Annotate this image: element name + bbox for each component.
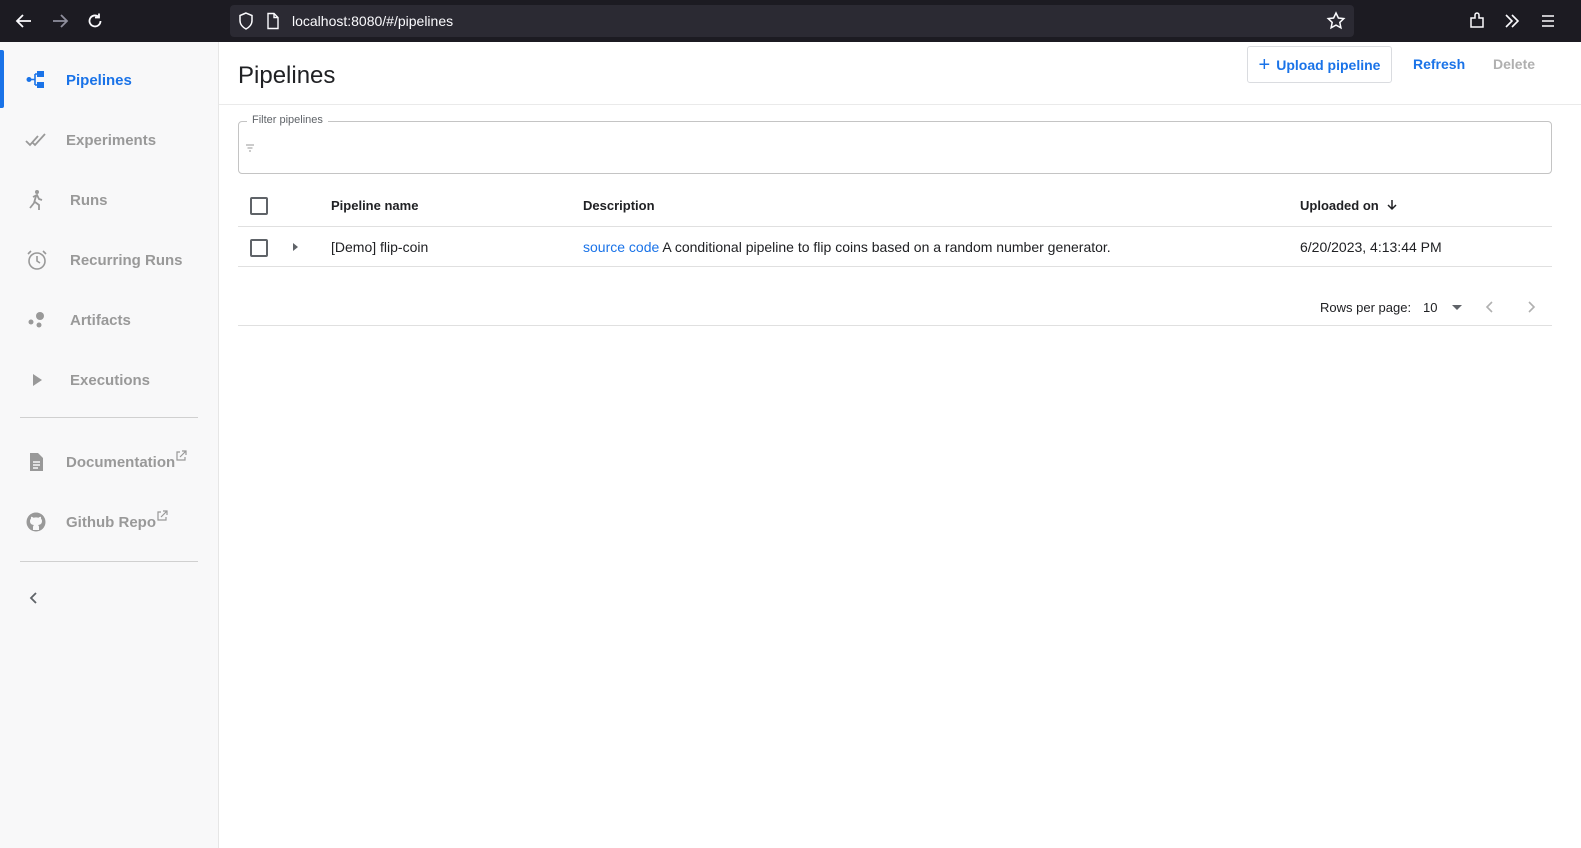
- sidebar-link-label: Github Repo: [66, 513, 156, 531]
- back-icon[interactable]: [13, 10, 35, 32]
- experiments-icon: [24, 128, 48, 152]
- page-icon[interactable]: [266, 12, 280, 35]
- main-content: Pipelines + Upload pipeline Refresh Dele…: [219, 42, 1581, 848]
- page-title: Pipelines: [238, 62, 336, 89]
- document-icon: [24, 450, 48, 474]
- recurring-runs-icon: [24, 248, 48, 272]
- artifacts-icon: [24, 308, 48, 332]
- sidebar-item-label: Executions: [70, 371, 151, 389]
- sidebar-item-label: Runs: [70, 191, 108, 209]
- header-divider: [219, 104, 1581, 105]
- dropdown-caret-icon[interactable]: [1452, 305, 1462, 310]
- extensions-icon[interactable]: [1466, 10, 1488, 32]
- previous-page-icon[interactable]: [1481, 298, 1499, 316]
- sidebar-item-label: Pipelines: [66, 71, 132, 89]
- table-row-divider: [238, 266, 1552, 267]
- expand-row-icon[interactable]: [293, 243, 298, 251]
- overflow-chevrons-icon[interactable]: [1501, 10, 1523, 32]
- url-text[interactable]: localhost:8080/#/pipelines: [292, 13, 453, 29]
- table-header-divider: [238, 226, 1552, 227]
- collapse-sidebar-icon[interactable]: [24, 588, 44, 608]
- column-header-label: Uploaded on: [1300, 198, 1379, 213]
- sidebar-item-artifacts[interactable]: Artifacts: [0, 290, 219, 350]
- source-code-link[interactable]: source code: [583, 239, 659, 255]
- pipelines-icon: [24, 68, 48, 92]
- sidebar-link-label: Documentation: [66, 453, 176, 471]
- filter-label: Filter pipelines: [247, 114, 328, 126]
- sort-arrow-down-icon: [1386, 199, 1398, 214]
- description-text: A conditional pipeline to flip coins bas…: [662, 239, 1111, 255]
- bookmark-star-icon[interactable]: [1326, 11, 1346, 36]
- uploaded-on-cell: 6/20/2023, 4:13:44 PM: [1300, 239, 1442, 255]
- column-header-pipeline-name[interactable]: Pipeline name: [331, 198, 418, 213]
- pipeline-name-cell[interactable]: [Demo] flip-coin: [331, 239, 428, 255]
- sidebar-divider: [20, 561, 198, 562]
- external-link-icon: [175, 450, 187, 465]
- rows-per-page-label: Rows per page:: [1320, 300, 1412, 315]
- address-bar[interactable]: localhost:8080/#/pipelines: [230, 5, 1354, 37]
- description-cell: source code A conditional pipeline to fl…: [583, 239, 1111, 255]
- external-link-icon: [156, 510, 168, 525]
- sidebar-link-github[interactable]: Github Repo: [0, 492, 219, 552]
- column-header-description[interactable]: Description: [583, 198, 655, 213]
- menu-icon[interactable]: [1537, 10, 1559, 32]
- filter-pipelines-input[interactable]: Filter pipelines: [238, 114, 1552, 174]
- executions-icon: [24, 368, 48, 392]
- sidebar-item-label: Artifacts: [70, 311, 131, 329]
- sidebar-item-label: Experiments: [66, 131, 157, 149]
- sidebar-item-experiments[interactable]: Experiments: [0, 110, 219, 170]
- sidebar-divider: [20, 417, 198, 418]
- upload-pipeline-label: Upload pipeline: [1276, 56, 1381, 73]
- reload-icon[interactable]: [84, 10, 106, 32]
- github-icon: [24, 510, 48, 534]
- column-header-uploaded-on[interactable]: Uploaded on: [1300, 198, 1398, 214]
- plus-icon: +: [1258, 53, 1271, 76]
- runs-icon: [24, 188, 48, 212]
- sidebar-item-label: Recurring Runs: [70, 251, 183, 269]
- forward-icon[interactable]: [49, 10, 71, 32]
- sidebar-item-recurring-runs[interactable]: Recurring Runs: [0, 230, 219, 290]
- sidebar-item-executions[interactable]: Executions: [0, 350, 219, 410]
- refresh-button[interactable]: Refresh: [1413, 56, 1465, 72]
- browser-toolbar: localhost:8080/#/pipelines: [0, 0, 1581, 42]
- pagination-divider: [238, 325, 1552, 326]
- sidebar-link-documentation[interactable]: Documentation: [0, 432, 219, 492]
- sidebar-item-pipelines[interactable]: Pipelines: [0, 50, 219, 110]
- sidebar: Pipelines Experiments Runs Recurring Run…: [0, 42, 219, 848]
- delete-button[interactable]: Delete: [1493, 56, 1535, 72]
- row-checkbox[interactable]: [250, 239, 268, 257]
- next-page-icon[interactable]: [1522, 298, 1540, 316]
- select-all-checkbox[interactable]: [250, 197, 268, 215]
- sidebar-item-runs[interactable]: Runs: [0, 170, 219, 230]
- upload-pipeline-button[interactable]: + Upload pipeline: [1247, 46, 1392, 83]
- rows-per-page-select[interactable]: 10: [1423, 300, 1437, 315]
- shield-icon[interactable]: [238, 12, 254, 35]
- filter-icon: [246, 144, 254, 155]
